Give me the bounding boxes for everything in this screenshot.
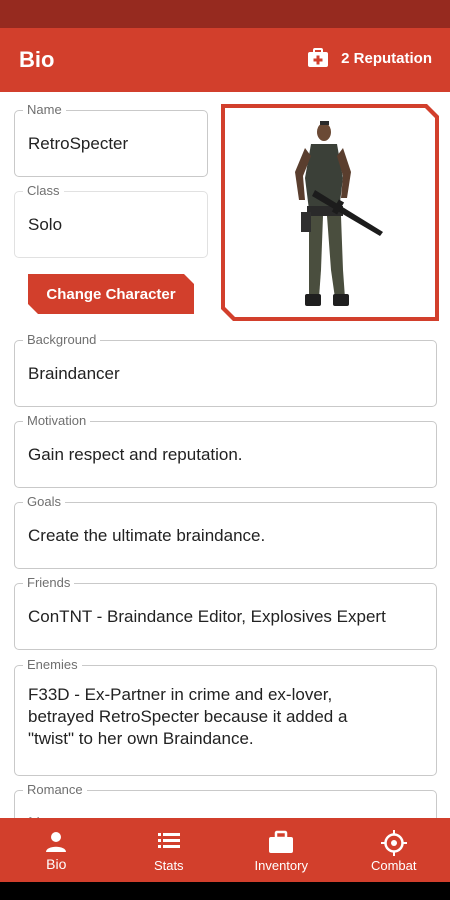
nav-label-stats: Stats	[153, 858, 184, 873]
system-navigation-bar	[0, 882, 450, 900]
romance-label: Romance	[23, 782, 87, 798]
page-title: Bio	[19, 47, 55, 72]
briefcase-icon	[269, 830, 294, 853]
nav-item-bio[interactable]: Bio	[0, 818, 113, 882]
friends-field[interactable]: Friends ConTNT - Braindance Editor, Expl…	[14, 575, 437, 650]
character-portrait[interactable]	[221, 104, 439, 321]
enemies-line-2: betrayed RetroSpecter because it added a	[28, 707, 348, 726]
friends-label: Friends	[23, 575, 75, 591]
nav-label-bio: Bio	[46, 856, 67, 872]
motivation-field[interactable]: Motivation Gain respect and reputation.	[14, 413, 437, 488]
crosshair-icon	[380, 830, 407, 856]
enemies-label: Enemies	[23, 657, 82, 673]
class-label: Class	[23, 183, 64, 199]
background-label: Background	[23, 332, 101, 348]
goals-field[interactable]: Goals Create the ultimate braindance.	[14, 494, 437, 569]
nav-item-combat[interactable]: Combat	[338, 818, 450, 882]
person-icon	[46, 832, 67, 852]
class-value: Solo	[28, 215, 63, 234]
armed-mercenary-portrait	[225, 108, 435, 317]
nav-item-inventory[interactable]: Inventory	[225, 818, 338, 882]
goals-value: Create the ultimate braindance.	[28, 526, 266, 545]
goals-label: Goals	[23, 494, 65, 510]
portrait-frame	[225, 108, 435, 317]
reputation-label: 2 Reputation	[341, 49, 432, 67]
reputation-counter[interactable]: 2 Reputation	[307, 48, 432, 68]
romance-field[interactable]: Romance N	[14, 782, 437, 818]
background-field[interactable]: Background Braindancer	[14, 332, 437, 407]
bio-content[interactable]: Name RetroSpecter Class Solo Change Char…	[0, 92, 450, 818]
change-character-button[interactable]: Change Character	[28, 274, 194, 314]
list-icon	[157, 833, 180, 848]
class-field: Class Solo	[14, 183, 208, 258]
status-bar	[0, 0, 450, 28]
name-field[interactable]: Name RetroSpecter	[14, 102, 208, 177]
bottom-navigation: Bio Stats Inventory Combat	[0, 818, 450, 882]
first-aid-kit-icon	[308, 48, 329, 67]
friends-value: ConTNT - Braindance Editor, Explosives E…	[28, 607, 386, 626]
enemies-line-1: F33D - Ex-Partner in crime and ex-lover,	[28, 685, 333, 704]
motivation-label: Motivation	[23, 413, 91, 429]
background-value: Braindancer	[28, 364, 120, 383]
enemies-line-3: "twist" to her own Braindance.	[28, 729, 254, 748]
name-value: RetroSpecter	[28, 134, 129, 153]
nav-item-stats[interactable]: Stats	[113, 818, 226, 882]
app-bar: Bio 2 Reputation	[0, 28, 450, 92]
nav-label-combat: Combat	[370, 858, 417, 873]
enemies-field[interactable]: Enemies F33D - Ex-Partner in crime and e…	[14, 657, 437, 776]
name-label: Name	[23, 102, 66, 118]
motivation-value: Gain respect and reputation.	[28, 445, 243, 464]
nav-label-inventory: Inventory	[254, 858, 308, 873]
